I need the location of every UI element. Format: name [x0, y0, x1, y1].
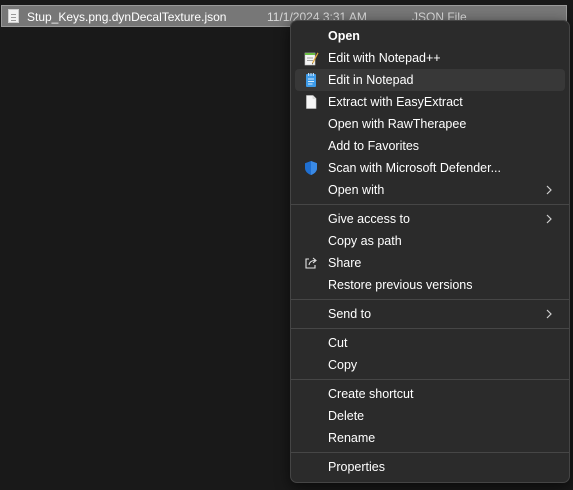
menu-item-label: Extract with EasyExtract — [328, 95, 463, 109]
file-name: Stup_Keys.png.dynDecalTexture.json — [27, 10, 227, 24]
menu-item-label: Delete — [328, 409, 365, 423]
chevron-right-icon — [546, 214, 552, 224]
menu-separator — [291, 328, 569, 329]
menu-item-rename[interactable]: Rename — [295, 427, 565, 449]
menu-item-create-shortcut[interactable]: Create shortcut — [295, 383, 565, 405]
menu-item-delete[interactable]: Delete — [295, 405, 565, 427]
menu-item-label: Share — [328, 256, 362, 270]
menu-item-cut[interactable]: Cut — [295, 332, 565, 354]
menu-item-properties[interactable]: Properties — [295, 456, 565, 478]
menu-item-label: Properties — [328, 460, 385, 474]
defender-shield-icon — [305, 161, 317, 175]
menu-item-scan-defender[interactable]: Scan with Microsoft Defender... — [295, 157, 565, 179]
menu-item-label: Open — [328, 29, 360, 43]
menu-item-label: Restore previous versions — [328, 278, 473, 292]
menu-item-label: Scan with Microsoft Defender... — [328, 161, 501, 175]
menu-item-edit-notepadpp[interactable]: Edit with Notepad++ — [295, 47, 565, 69]
menu-item-label: Rename — [328, 431, 376, 445]
menu-item-open-with[interactable]: Open with — [295, 179, 565, 201]
menu-item-label: Cut — [328, 336, 348, 350]
menu-item-copy[interactable]: Copy — [295, 354, 565, 376]
menu-item-copy-path[interactable]: Copy as path — [295, 230, 565, 252]
file-icon — [8, 9, 19, 23]
notepad-icon — [306, 73, 316, 87]
menu-separator — [291, 452, 569, 453]
share-icon — [305, 257, 317, 269]
menu-separator — [291, 299, 569, 300]
menu-item-give-access[interactable]: Give access to — [295, 208, 565, 230]
menu-item-label: Create shortcut — [328, 387, 414, 401]
menu-item-open[interactable]: Open — [295, 25, 565, 47]
context-menu: Open Edit with Notepad++ Edit in Notepad — [290, 20, 570, 483]
menu-item-label: Copy — [328, 358, 358, 372]
menu-item-label: Edit with Notepad++ — [328, 51, 441, 65]
menu-item-label: Edit in Notepad — [328, 73, 414, 87]
document-icon — [306, 95, 317, 109]
menu-item-edit-notepad[interactable]: Edit in Notepad — [295, 69, 565, 91]
menu-item-label: Open with RawTherapee — [328, 117, 467, 131]
notepadpp-icon — [304, 52, 319, 66]
menu-item-open-rawtherapee[interactable]: Open with RawTherapee — [295, 113, 565, 135]
menu-item-label: Send to — [328, 307, 372, 321]
menu-separator — [291, 379, 569, 380]
menu-item-label: Give access to — [328, 212, 410, 226]
chevron-right-icon — [546, 309, 552, 319]
menu-item-label: Copy as path — [328, 234, 402, 248]
menu-item-restore-versions[interactable]: Restore previous versions — [295, 274, 565, 296]
chevron-right-icon — [546, 185, 552, 195]
menu-item-share[interactable]: Share — [295, 252, 565, 274]
menu-item-label: Add to Favorites — [328, 139, 420, 153]
menu-item-send-to[interactable]: Send to — [295, 303, 565, 325]
menu-separator — [291, 204, 569, 205]
menu-item-add-favorites[interactable]: Add to Favorites — [295, 135, 565, 157]
menu-item-label: Open with — [328, 183, 385, 197]
menu-item-extract-easyextract[interactable]: Extract with EasyExtract — [295, 91, 565, 113]
